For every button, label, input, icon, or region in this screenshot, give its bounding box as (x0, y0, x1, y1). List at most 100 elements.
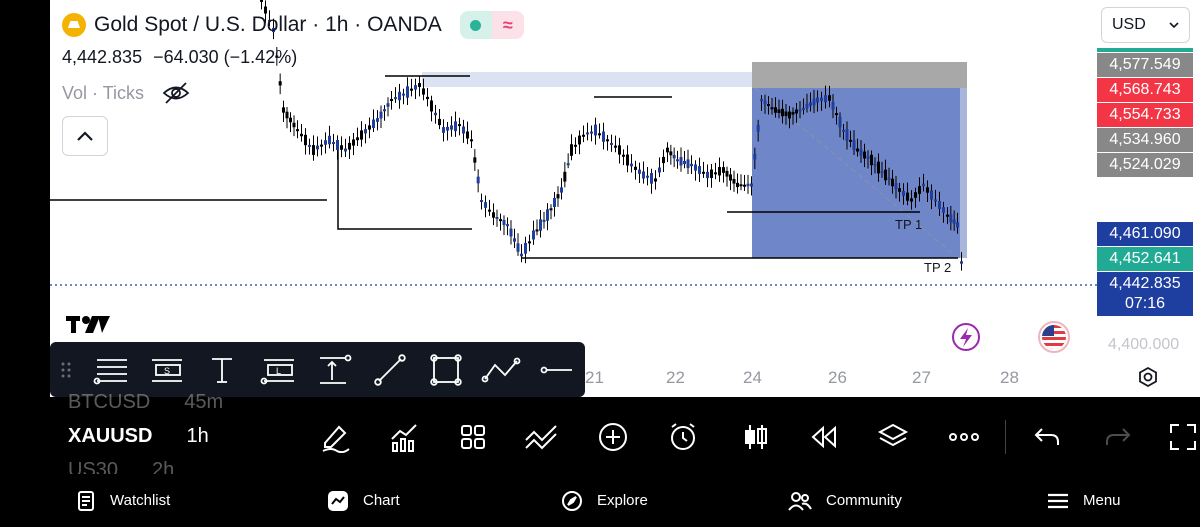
horizontal-lines-tool-icon[interactable] (83, 342, 139, 397)
current-symbol-row[interactable]: XAUUSD 1h (68, 425, 209, 448)
candle-body (863, 151, 866, 159)
candle-body (312, 145, 315, 155)
candle-body (296, 129, 299, 132)
indicators-icon[interactable] (387, 420, 421, 454)
time-label: 21 (585, 368, 604, 387)
symbol-title[interactable]: Gold Spot / U.S. Dollar · 1h · OANDA (94, 13, 442, 37)
candle-body (586, 132, 589, 135)
candle-body (285, 111, 289, 119)
candle-body (694, 164, 697, 171)
candle-body (906, 192, 909, 201)
candle-body (324, 140, 327, 145)
candle-body (563, 171, 567, 182)
candle-body (756, 124, 760, 132)
current-timeframe[interactable]: 1h (186, 425, 208, 448)
label-line-tool-icon[interactable]: L (250, 342, 306, 397)
candle-body (336, 140, 339, 150)
price-tag[interactable]: 4,568.743 (1097, 78, 1193, 102)
price-tag[interactable]: 4,452.641 (1097, 247, 1193, 271)
menu-icon (1048, 493, 1068, 508)
more-options-icon[interactable] (947, 420, 981, 454)
candle-body (402, 93, 405, 96)
horizontal-line-tool-icon[interactable] (529, 342, 585, 397)
volume-label: Vol · Ticks (62, 82, 145, 103)
price-tag[interactable]: 4,554.733 (1097, 103, 1193, 127)
replay-icon[interactable] (806, 420, 840, 454)
symbol-header[interactable]: Gold Spot / U.S. Dollar · 1h · OANDA ≈ (62, 10, 524, 40)
price-tag[interactable]: 4,534.960 (1097, 128, 1193, 152)
vertical-range-tool-icon[interactable] (306, 342, 362, 397)
tradingview-logo (66, 316, 110, 333)
tp1-label[interactable]: TP 1 (895, 217, 922, 232)
market-status-pill[interactable]: ≈ (459, 11, 524, 39)
candle-body (842, 129, 845, 132)
undo-icon[interactable] (1030, 420, 1064, 454)
us-flag-event-icon[interactable] (1038, 321, 1070, 353)
price-tag[interactable]: 4,577.549 (1097, 53, 1193, 77)
candle-body (446, 126, 449, 131)
stop-loss-zone[interactable] (752, 62, 967, 88)
candle-body (509, 228, 513, 237)
nav-explore[interactable]: Explore (561, 490, 648, 512)
nav-community[interactable]: Community (788, 490, 902, 512)
structure-line[interactable] (337, 145, 472, 230)
chart-settings-icon[interactable] (1137, 366, 1159, 388)
market-open-icon (459, 11, 492, 39)
nav-menu[interactable]: Menu (1047, 492, 1121, 510)
nav-watchlist[interactable]: Watchlist (76, 490, 170, 512)
candlestick-type-icon[interactable] (739, 420, 773, 454)
candle-body (934, 199, 937, 202)
countdown-tag[interactable]: 07:16 (1097, 292, 1193, 316)
add-icon[interactable] (596, 420, 630, 454)
drawing-toolbar[interactable]: S L (50, 342, 585, 397)
price-tag[interactable]: 4,524.029 (1097, 153, 1193, 177)
candle-body (278, 81, 282, 86)
candle-body (340, 145, 343, 150)
candle-body (556, 194, 560, 199)
candle-body (852, 139, 856, 151)
time-label: 28 (1000, 368, 1019, 387)
candle-body (360, 130, 363, 140)
compare-symbols-icon[interactable] (524, 420, 558, 454)
candle-body (356, 137, 359, 141)
redo-icon[interactable] (1101, 420, 1135, 454)
alarm-clock-icon[interactable] (666, 420, 700, 454)
short-position-target-zone[interactable] (752, 88, 967, 258)
nav-chart[interactable]: Chart (327, 490, 400, 512)
fullscreen-icon[interactable] (1166, 420, 1200, 454)
toolbar-drag-handle[interactable] (50, 361, 83, 379)
candle-body (870, 154, 873, 166)
candle-body (739, 184, 743, 187)
signpost-tool-icon[interactable]: S (139, 342, 195, 397)
tp2-label[interactable]: TP 2 (924, 260, 951, 275)
price-tag[interactable]: 4,461.090 (1097, 222, 1193, 246)
toolbar-divider (1005, 420, 1006, 454)
candle-body (394, 97, 397, 100)
candle-body (849, 139, 852, 142)
currency-select[interactable]: USD (1101, 7, 1190, 43)
candle-body (535, 229, 539, 232)
layouts-grid-icon[interactable] (456, 420, 490, 454)
candle-body (646, 175, 649, 178)
candle-body (528, 241, 531, 244)
candle-body (418, 83, 421, 87)
candle-body (476, 176, 480, 184)
drawing-pen-icon[interactable] (318, 420, 352, 454)
text-tool-icon[interactable] (194, 342, 250, 397)
candle-body (914, 192, 917, 198)
collapse-legend-button[interactable] (62, 116, 108, 156)
layers-icon[interactable] (876, 420, 910, 454)
rectangle-tool-icon[interactable] (418, 342, 474, 397)
candle-body (777, 109, 781, 114)
candle-body (292, 122, 296, 128)
candle-body (532, 230, 535, 240)
candle-body (434, 112, 437, 116)
candle-body (406, 86, 409, 98)
earnings-flash-icon[interactable] (952, 323, 980, 351)
trend-line-tool-icon[interactable] (362, 342, 418, 397)
volume-indicator[interactable]: Vol · Ticks (62, 82, 190, 104)
current-symbol[interactable]: XAUUSD (68, 425, 152, 448)
path-tool-icon[interactable] (473, 342, 529, 397)
watchlist-peek-row[interactable]: BTCUSD 45m (68, 391, 223, 414)
eye-hidden-icon[interactable] (162, 82, 190, 104)
